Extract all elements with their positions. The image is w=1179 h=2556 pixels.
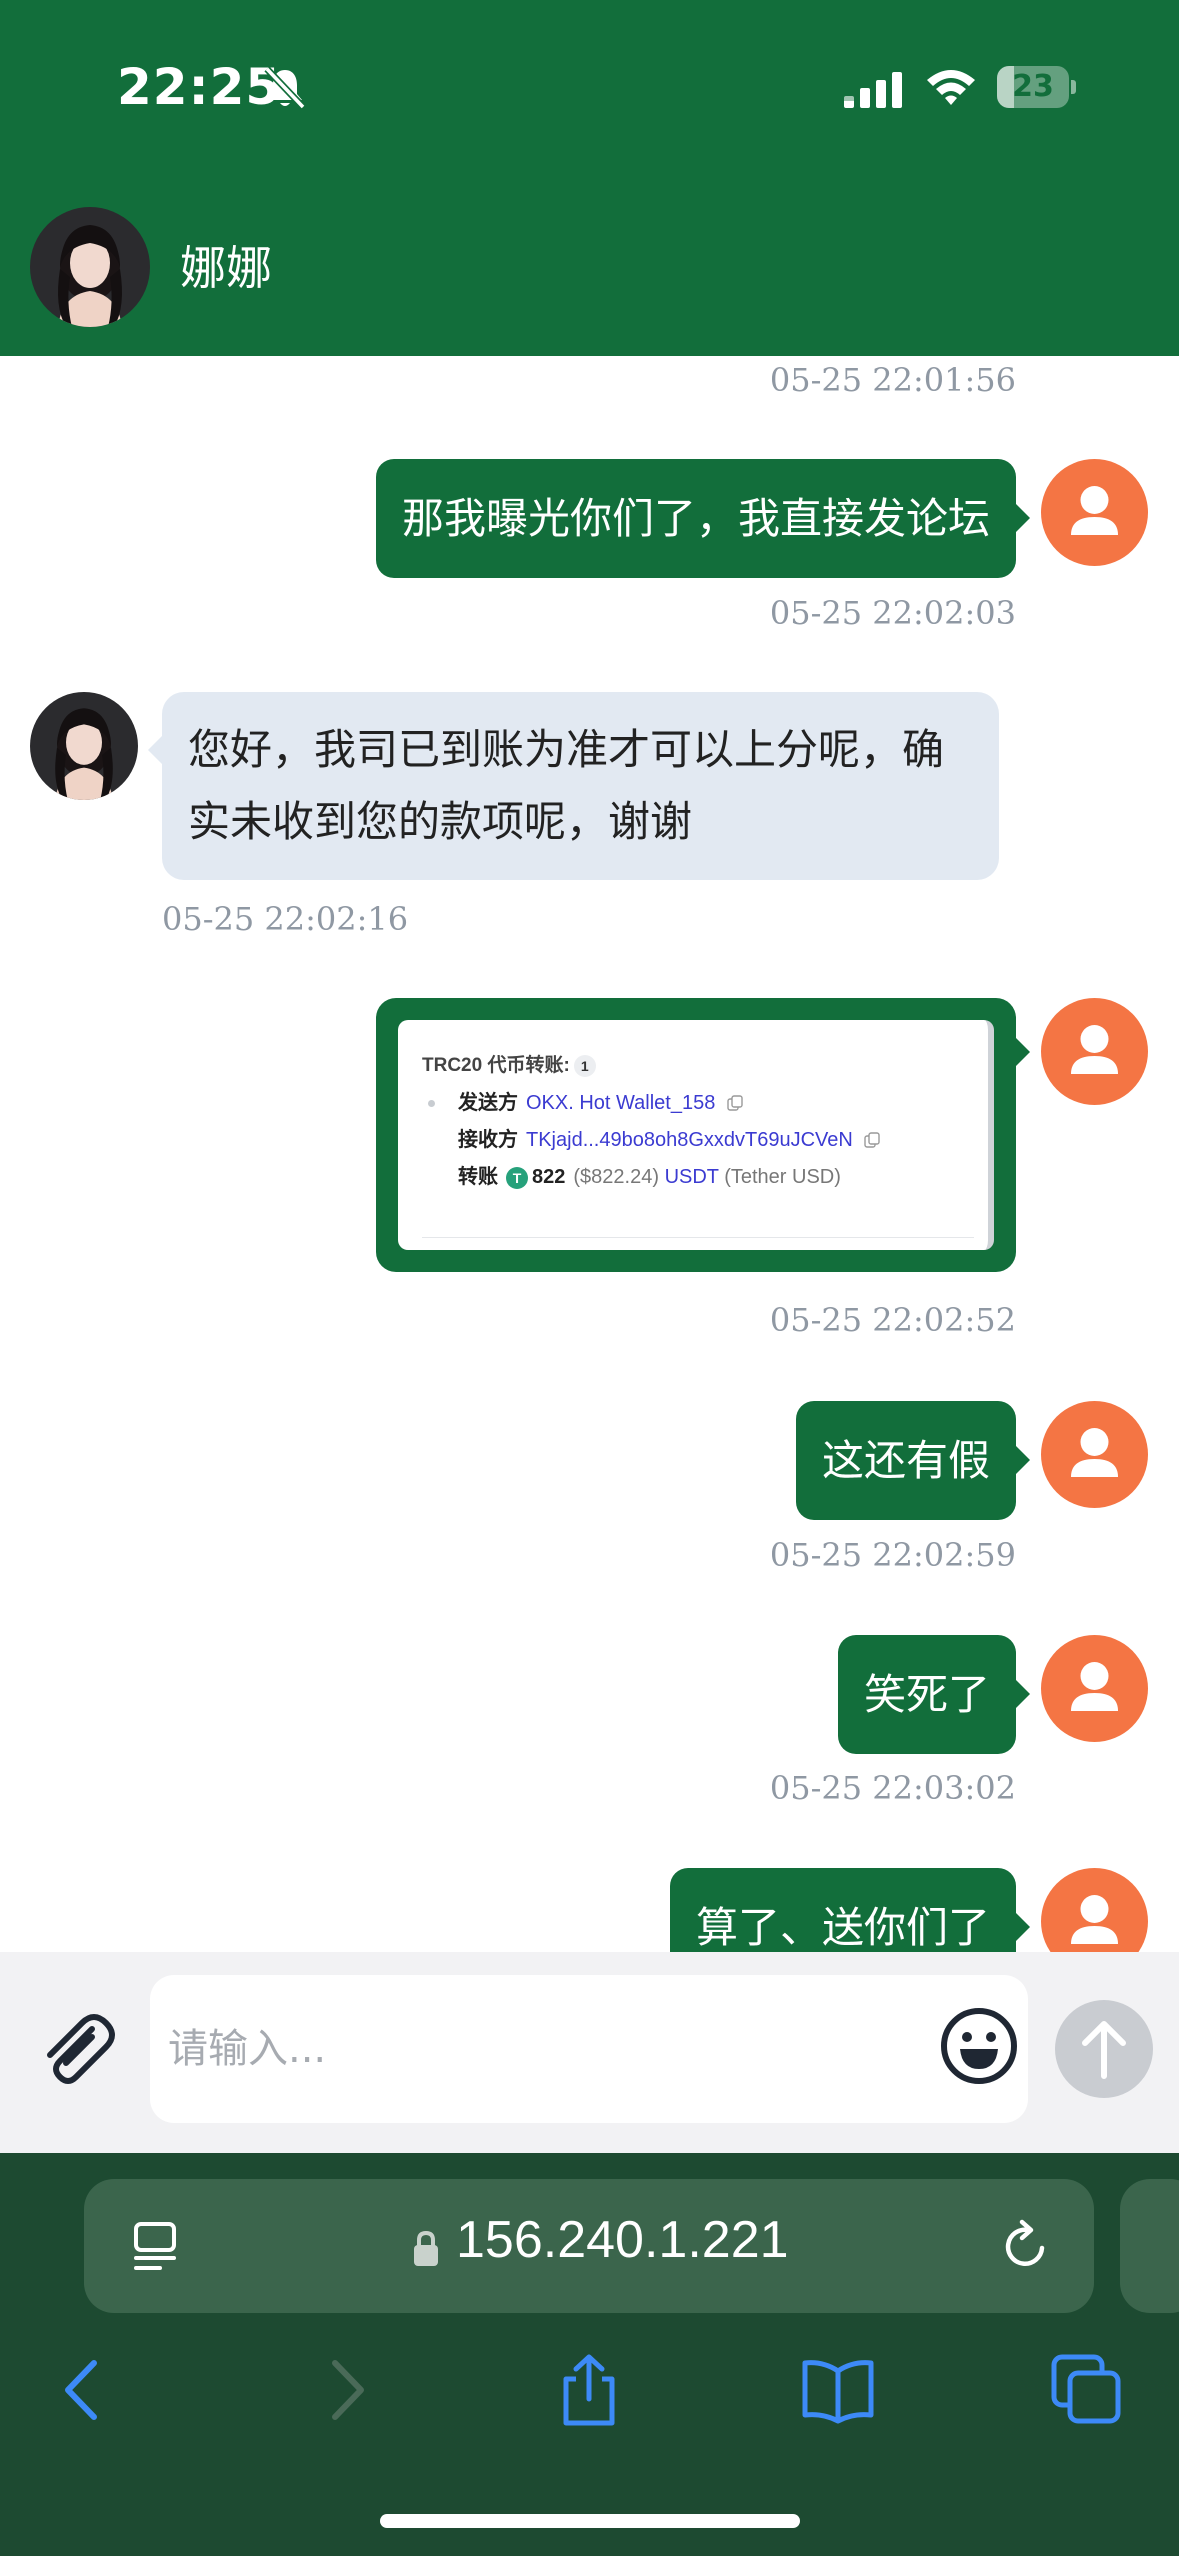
message-timestamp: 05-25 22:02:59	[769, 1536, 1016, 1574]
my-avatar[interactable]	[1041, 1635, 1148, 1742]
wifi-icon	[927, 70, 975, 105]
my-avatar[interactable]	[1041, 1868, 1148, 1952]
forward-icon[interactable]	[305, 2353, 379, 2427]
user-icon	[1071, 1662, 1118, 1711]
paperclip-icon[interactable]	[32, 2007, 116, 2091]
next-tab-bar[interactable]	[1120, 2179, 1179, 2313]
status-time: 22:25	[117, 58, 282, 116]
url-text[interactable]: 156.240.1.221	[456, 2210, 789, 2270]
contact-avatar[interactable]	[30, 207, 150, 327]
message-timestamp: 05-25 22:03:02	[769, 1769, 1016, 1807]
reader-icon[interactable]	[130, 2218, 186, 2274]
bell-slash-icon	[264, 66, 306, 110]
incoming-message[interactable]: 您好，我司已到账为准才可以上分呢，确实未收到您的款项呢，谢谢	[148, 692, 999, 880]
copy-icon	[864, 1132, 881, 1148]
user-icon	[1071, 1428, 1118, 1477]
message-timestamp: 05-25 22:01:56	[769, 361, 1016, 399]
battery-percent: 23	[1012, 69, 1054, 104]
outgoing-message[interactable]: 笑死了	[837, 1635, 1031, 1754]
message-timestamp: 05-25 22:02:03	[769, 594, 1016, 632]
user-icon	[1071, 1895, 1118, 1944]
user-icon	[1071, 1025, 1118, 1074]
outgoing-image-message[interactable]: TRC20 代币转账: 1 发送方 OKX. Hot Wallet_158 接收方 T…	[376, 998, 1030, 1272]
tabs-icon[interactable]	[1050, 2353, 1124, 2427]
user-icon	[1071, 486, 1118, 535]
message-list[interactable]: 05-25 22:01:56 那我曝光你们了，我直接发论坛 05-25 22:0…	[0, 356, 1179, 1952]
usdt-icon: T	[506, 1167, 528, 1189]
card-amount-row: 转账 T 822 ($822.24) USDT (Tether USD)	[458, 1166, 841, 1189]
signal-icon	[844, 72, 902, 108]
bookmarks-icon[interactable]	[801, 2353, 875, 2427]
my-avatar[interactable]	[1041, 459, 1148, 566]
message-input[interactable]	[150, 1975, 1028, 2123]
reload-icon[interactable]	[998, 2218, 1054, 2274]
outgoing-message[interactable]: 算了、送你们了	[669, 1868, 1031, 1952]
message-timestamp: 05-25 22:02:16	[162, 900, 409, 938]
copy-icon	[727, 1095, 743, 1111]
battery-body: 23	[997, 66, 1069, 108]
send-arrow-icon	[1082, 2021, 1126, 2079]
back-icon[interactable]	[50, 2353, 124, 2427]
message-timestamp: 05-25 22:02:52	[769, 1301, 1016, 1339]
card-from-row: 发送方 OKX. Hot Wallet_158	[422, 1085, 964, 1122]
chat-header: 22:25 23 娜娜	[0, 0, 1179, 356]
my-avatar[interactable]	[1041, 1401, 1148, 1508]
outgoing-message[interactable]: 那我曝光你们了，我直接发论坛	[375, 459, 1031, 578]
battery-nub	[1071, 80, 1076, 94]
card-to-row: 接收方 TKjajd...49bo8oh8GxxdvT69uJCVeN	[422, 1122, 964, 1159]
emoji-icon[interactable]	[938, 2005, 1020, 2087]
bullet-dot	[428, 1100, 435, 1107]
card-title: TRC20 代币转账: 1	[422, 1050, 964, 1077]
share-icon[interactable]	[552, 2353, 626, 2427]
transfer-screenshot: TRC20 代币转账: 1 发送方 OKX. Hot Wallet_158 接收方 T…	[398, 1020, 994, 1250]
my-avatar[interactable]	[1041, 998, 1148, 1105]
contact-avatar[interactable]	[30, 692, 138, 800]
contact-name[interactable]: 娜娜	[180, 232, 272, 298]
battery-icon: 23	[997, 66, 1077, 108]
lock-icon	[414, 2230, 438, 2266]
card-count: 1	[573, 1055, 596, 1077]
home-indicator	[380, 2514, 800, 2528]
send-button[interactable]	[1055, 2000, 1153, 2098]
card-divider	[422, 1237, 974, 1238]
outgoing-message[interactable]: 这还有假	[795, 1401, 1031, 1520]
